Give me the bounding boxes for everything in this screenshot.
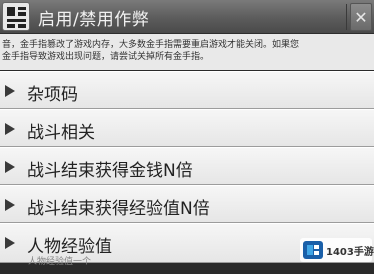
close-button[interactable]: ✕ bbox=[350, 3, 372, 31]
list-item-label: 战斗结束获得金钱N倍 bbox=[27, 161, 193, 181]
expand-arrow-icon bbox=[5, 85, 15, 97]
expand-arrow-icon bbox=[5, 161, 15, 173]
notice-line-1: 音，金手指篡改了游戏内存，大多数金手指需要重启游戏才能关闭。如果您 bbox=[2, 40, 300, 50]
list-item-label: 战斗结束获得经验值N倍 bbox=[27, 199, 210, 219]
cheat-list: 杂项码 战斗相关 战斗结束获得金钱N倍 战斗结束获得经验值N倍 人物经验值 人物… bbox=[0, 71, 374, 267]
list-item-misc-codes[interactable]: 杂项码 bbox=[0, 71, 374, 109]
list-item-sublabel: 人物经验值一个 bbox=[28, 257, 92, 267]
cheat-screen: 启用/禁用作弊 ✕ 音，金手指篡改了游戏内存，大多数金手指需要重启游戏才能关闭。… bbox=[0, 0, 374, 274]
title-divider bbox=[346, 4, 347, 30]
close-icon: ✕ bbox=[354, 8, 368, 27]
watermark-text: 1403手游网 bbox=[326, 247, 374, 258]
site-logo-icon bbox=[303, 241, 323, 259]
title-bar: 启用/禁用作弊 ✕ bbox=[0, 0, 374, 34]
list-item-money-multiplier[interactable]: 战斗结束获得金钱N倍 bbox=[0, 147, 374, 185]
app-icon bbox=[2, 2, 30, 31]
notice-line-2: 金手指导致游戏出现问题，请尝试关掉所有金手指。 bbox=[2, 52, 210, 62]
list-item-battle[interactable]: 战斗相关 bbox=[0, 109, 374, 147]
window-title: 启用/禁用作弊 bbox=[38, 10, 150, 30]
expand-arrow-icon bbox=[5, 237, 15, 249]
expand-arrow-icon bbox=[5, 123, 15, 135]
list-item-label: 杂项码 bbox=[27, 85, 78, 105]
site-watermark: 1403手游网 bbox=[300, 238, 374, 262]
warning-notice: 音，金手指篡改了游戏内存，大多数金手指需要重启游戏才能关闭。如果您 金手指导致游… bbox=[0, 34, 374, 70]
expand-arrow-icon bbox=[5, 199, 15, 211]
list-item-exp-multiplier[interactable]: 战斗结束获得经验值N倍 bbox=[0, 185, 374, 223]
list-item-label: 战斗相关 bbox=[27, 123, 95, 143]
